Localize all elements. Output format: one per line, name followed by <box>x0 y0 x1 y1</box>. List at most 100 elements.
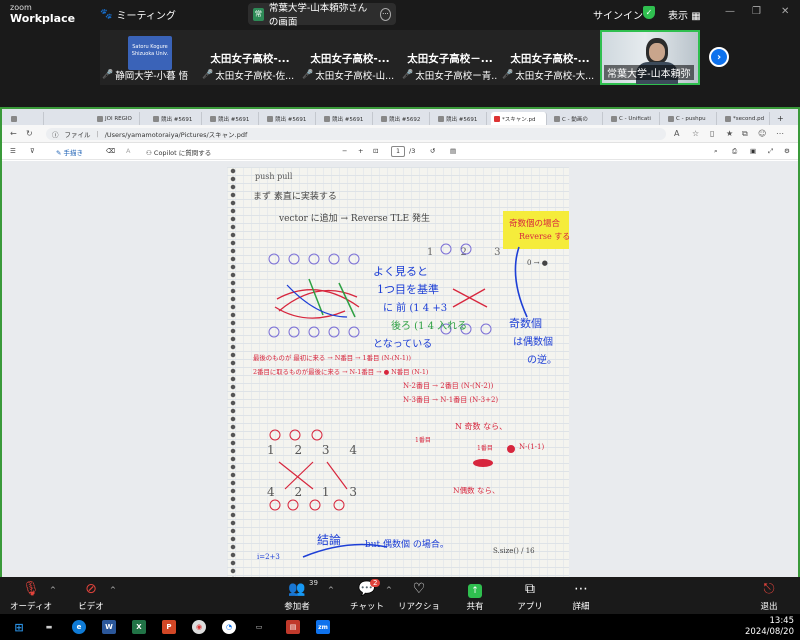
browser-tab[interactable]: *second.pd <box>722 112 770 125</box>
participant-tile[interactable]: 太田女子高校-... 🎤 太田女子高校-佐... <box>200 30 300 85</box>
edge-browser-icon[interactable]: e <box>72 620 86 634</box>
windows-start-icon[interactable]: ⊞ <box>12 620 26 634</box>
camera-off-icon: ⊘ <box>85 581 97 597</box>
monitor-icon[interactable]: ▭ <box>252 620 266 634</box>
restore-icon[interactable]: ❐ <box>752 6 761 17</box>
minimize-icon[interactable]: — <box>725 6 735 17</box>
draw-button[interactable]: ✎ 手描き <box>56 147 83 157</box>
browser-tab[interactable]: 競出 #5691 <box>207 112 259 125</box>
video-options-chevron-icon[interactable]: ^ <box>110 586 116 594</box>
apps-label: アプリ <box>517 602 543 612</box>
filter-icon[interactable]: ⊽ <box>30 147 35 155</box>
app-icon[interactable]: ◔ <box>222 620 236 634</box>
mic-off-icon: 🎤 <box>502 70 514 80</box>
participant-tile[interactable]: Satoru Kogure Shizuoka Univ. 🎤 静岡大学-小暮 悟 <box>100 30 200 85</box>
zoom-out-button[interactable]: − <box>342 147 347 155</box>
browser-tab[interactable]: C - Unificati <box>608 112 660 125</box>
settings-more-icon[interactable]: ⋯ <box>776 129 784 138</box>
share-label: 共有 <box>466 602 484 612</box>
view-button[interactable]: 表示 ▦ <box>668 7 701 22</box>
zoom-app-icon[interactable]: zm <box>316 620 330 634</box>
apps-button[interactable]: ⧉ アプリ <box>505 580 555 612</box>
browser-tab[interactable]: 競出 #5691 <box>435 112 487 125</box>
browser-tab[interactable]: C - 動画の <box>551 112 603 125</box>
fullscreen-icon[interactable]: ⤢ <box>768 147 773 156</box>
red-n-minus: N-(1-1) <box>519 443 545 451</box>
page-total: /3 <box>409 147 416 155</box>
page-number-input[interactable]: 1 <box>391 146 405 157</box>
browser-tab-active[interactable]: *スキャン.pd <box>491 112 547 125</box>
apps-icon: ⧉ <box>525 581 535 597</box>
meeting-menu[interactable]: 🐾 ミーティング <box>100 7 176 22</box>
file-explorer-icon[interactable]: ▬ <box>42 620 56 634</box>
gallery-next-button[interactable]: › <box>709 47 729 67</box>
security-shield-icon[interactable]: ✓ <box>643 6 655 19</box>
pdf-app-icon[interactable]: ▤ <box>286 620 300 634</box>
viewing-share-indicator[interactable]: 常 常葉大学-山本頼弥さんの画面 ··· <box>248 3 396 28</box>
pen-icon: ✎ <box>56 149 62 157</box>
address-field[interactable]: ⓘ ファイル | /Users/yamamotoraiya/Pictures/ス… <box>46 128 666 140</box>
share-label: 常葉大学-山本頼弥さんの画面 <box>268 3 368 28</box>
numbers-row: 1 2 3 4 <box>267 443 365 457</box>
pdf-settings-icon[interactable]: ⚙ <box>784 147 790 155</box>
mic-off-icon: 🎤 <box>102 70 114 80</box>
excel-icon[interactable]: X <box>132 620 146 634</box>
participant-tile[interactable]: 太田女子高校－... 🎤 太田女子高校ー青... <box>400 30 500 85</box>
rotate-icon[interactable]: ↺ <box>430 147 435 155</box>
read-aloud-icon[interactable]: A <box>674 129 679 138</box>
red-line-3: N-2番目 → 2番目 (N-(N-2)) <box>403 382 494 390</box>
powerpoint-icon[interactable]: P <box>162 620 176 634</box>
more-icon[interactable]: ··· <box>379 7 392 21</box>
collections-icon[interactable]: ⧉ <box>742 129 748 139</box>
refresh-icon[interactable]: ↻ <box>26 129 33 138</box>
chat-options-chevron-icon[interactable]: ^ <box>386 586 392 594</box>
page-favicon-icon <box>153 115 159 122</box>
browser-tab[interactable]: 競出 #5691 <box>321 112 373 125</box>
zoom-in-button[interactable]: + <box>358 147 363 155</box>
red-line-1: 最後のものが 最初に来る → N番目 → 1番目 (N-(N-1)) <box>253 354 411 362</box>
chrome-icon[interactable]: ◉ <box>192 620 206 634</box>
more-button[interactable]: ⋯ 詳細 <box>556 580 606 612</box>
browser-tab[interactable]: 競出 #5691 <box>150 112 202 125</box>
browser-tab[interactable]: 競出 #5691 <box>264 112 316 125</box>
share-button[interactable]: ↑ 共有 <box>450 580 500 612</box>
info-icon: ⓘ <box>52 131 59 139</box>
participants-button[interactable]: 👥 39 参加者 <box>272 579 322 612</box>
profile-icon[interactable]: ☺ <box>758 129 766 138</box>
chat-button[interactable]: 💬 2 チャット <box>342 579 392 612</box>
split-icon[interactable]: ▯ <box>710 129 714 138</box>
audio-options-chevron-icon[interactable]: ^ <box>50 586 56 594</box>
new-tab-button[interactable]: + <box>774 112 788 125</box>
participant-name: 太田女子高校－... <box>407 53 493 65</box>
close-icon[interactable]: ✕ <box>781 6 789 17</box>
eraser-icon[interactable]: ⌫ <box>106 147 115 155</box>
contents-icon[interactable]: ☰ <box>10 147 16 155</box>
system-clock[interactable]: 13:45 2024/08/20 <box>745 616 794 638</box>
participant-tile[interactable]: 太田女子高校-... 🎤 太田女子高校-山... <box>300 30 400 85</box>
back-icon[interactable]: ← <box>10 129 17 138</box>
signin-link[interactable]: サインイン <box>593 7 643 22</box>
fit-page-icon[interactable]: ⊡ <box>373 147 378 155</box>
browser-tab[interactable]: 競出 #5692 <box>378 112 430 125</box>
leave-button[interactable]: ⎋ 退出 <box>744 580 794 612</box>
active-speaker-tile[interactable]: 常葉大学-山本頼弥 <box>600 30 700 85</box>
page-favicon-icon <box>210 115 216 122</box>
word-icon[interactable]: W <box>102 620 116 634</box>
video-button[interactable]: ⊘ ビデオ <box>66 580 116 612</box>
save-icon[interactable]: ▣ <box>750 147 756 155</box>
search-icon[interactable]: ⌕ <box>714 147 718 156</box>
page-view-icon[interactable]: ▤ <box>450 147 456 155</box>
tab-label: C - Unificati <box>619 115 651 122</box>
favorites-icon[interactable]: ★ <box>726 129 733 138</box>
favorite-icon[interactable]: ☆ <box>692 129 699 138</box>
video-label: ビデオ <box>78 602 104 612</box>
participant-tile[interactable]: 太田女子高校-... 🎤 太田女子高校-大... <box>500 30 600 85</box>
participants-options-chevron-icon[interactable]: ^ <box>328 586 334 594</box>
print-icon[interactable]: ⎙ <box>732 147 737 156</box>
tab-group-button[interactable] <box>8 112 44 125</box>
audio-button[interactable]: 🎙 オーディオ <box>6 580 56 612</box>
browser-tab[interactable]: C - pushpu <box>665 112 717 125</box>
browser-tab[interactable]: JOI REGIO <box>94 112 140 125</box>
copilot-button[interactable]: ⚇ Copilot に質問する <box>146 147 211 157</box>
address-scheme: ファイル <box>64 131 91 139</box>
